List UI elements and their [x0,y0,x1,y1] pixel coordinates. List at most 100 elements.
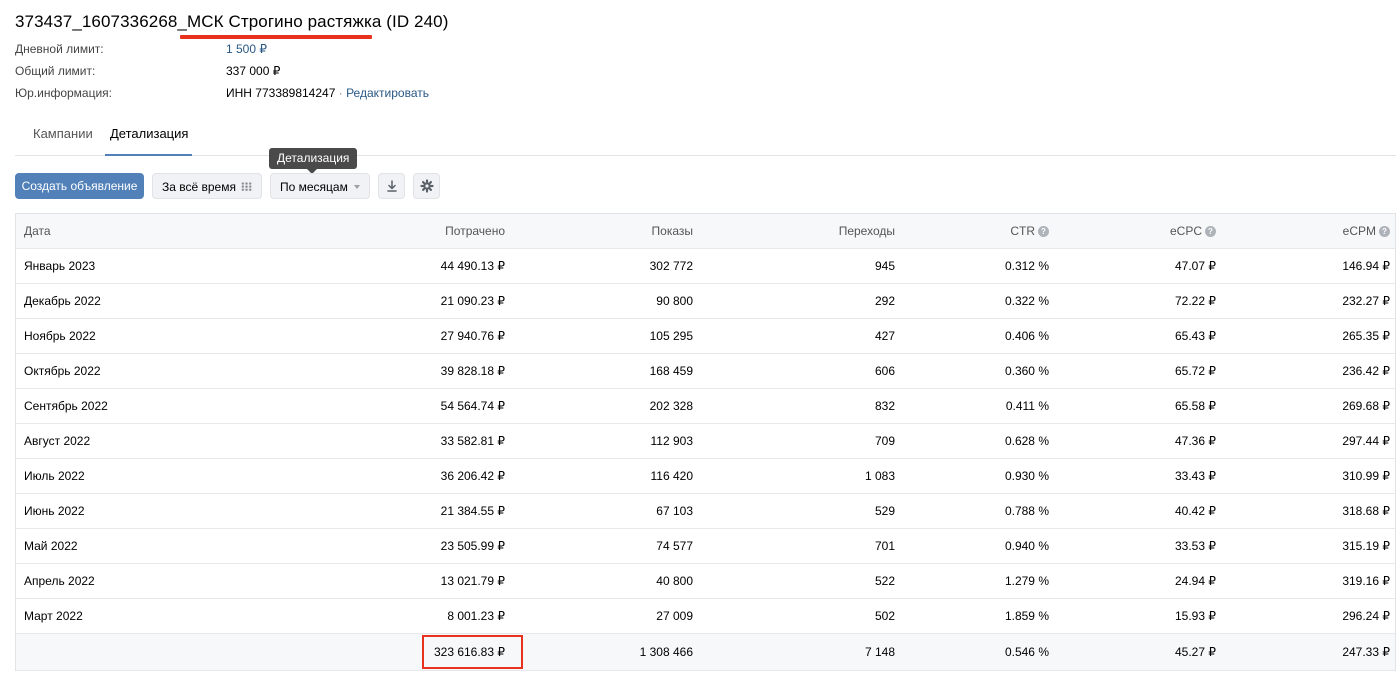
ecpc-cell: 72.22 ₽ [1175,294,1216,308]
total-ecpc-cell: 45.27 ₽ [1175,645,1216,659]
ecpc-cell: 33.53 ₽ [1175,539,1216,553]
spent-cell: 44 490.13 ₽ [440,259,505,273]
total-ctr-cell: 0.546 % [1004,645,1049,659]
spent-cell: 36 206.42 ₽ [440,469,505,483]
ecpc-cell: 15.93 ₽ [1175,609,1216,623]
ecpm-cell: 297.44 ₽ [1342,434,1390,448]
daily-limit-label: Дневной лимит: [15,42,104,56]
calendar-grid-icon [241,182,252,191]
help-icon[interactable]: ? [1038,226,1049,237]
table-row: Май 2022 23 505.99 ₽ 74 577 701 0.940 % 33.53… [16,529,1395,564]
impressions-cell: 27 009 [656,609,693,623]
ecpm-cell: 296.24 ₽ [1342,609,1390,623]
spent-cell: 33 582.81 ₽ [440,434,505,448]
daily-limit-value[interactable]: 1 500 ₽ [226,42,267,56]
ecpc-cell: 47.36 ₽ [1175,434,1216,448]
tab-details[interactable]: Детализация [105,114,192,156]
clicks-cell: 1 083 [864,469,895,483]
ctr-cell: 0.312 % [1004,259,1049,273]
impressions-cell: 40 800 [656,574,693,588]
clicks-cell: 502 [874,609,895,623]
help-icon[interactable]: ? [1379,226,1390,237]
table-total-row: 323 616.83 ₽ 1 308 466 7 148 0.546 % 45.… [16,634,1395,671]
ecpc-cell: 33.43 ₽ [1175,469,1216,483]
total-spent-cell: 323 616.83 ₽ [433,645,505,659]
column-header-ecpc[interactable]: eCPC? [1170,214,1216,249]
ctr-cell: 0.360 % [1004,364,1049,378]
clicks-cell: 945 [874,259,895,273]
date-cell: Март 2022 [24,609,83,623]
ecpm-cell: 236.42 ₽ [1342,364,1390,378]
column-header-ecpm-label: eCPM [1342,224,1376,238]
tab-campaigns[interactable]: Кампании [28,114,98,156]
ecpc-cell: 24.94 ₽ [1175,574,1216,588]
legal-info-value: ИНН 773389814247 [226,86,336,100]
ecpc-cell: 65.58 ₽ [1175,399,1216,413]
ecpm-cell: 232.27 ₽ [1342,294,1390,308]
download-button[interactable] [378,173,405,199]
table-row: Сентябрь 2022 54 564.74 ₽ 202 328 832 0.411 … [16,389,1395,424]
clicks-cell: 709 [874,434,895,448]
spent-cell: 54 564.74 ₽ [440,399,505,413]
total-ecpm-cell: 247.33 ₽ [1342,645,1390,659]
ctr-cell: 0.628 % [1004,434,1049,448]
spent-cell: 8 001.23 ₽ [447,609,505,623]
date-cell: Ноябрь 2022 [24,329,96,343]
period-select-label: За всё время [162,180,236,194]
tabs-bar: Кампании Детализация [15,114,1396,156]
ecpc-cell: 65.43 ₽ [1175,329,1216,343]
column-header-spent[interactable]: Потрачено [445,214,505,249]
column-header-clicks[interactable]: Переходы [839,214,895,249]
details-tooltip: Детализация [269,148,358,174]
chevron-down-icon [354,185,360,189]
table-row: Декабрь 2022 21 090.23 ₽ 90 800 292 0.322 % 7… [16,284,1395,319]
spent-cell: 39 828.18 ₽ [440,364,505,378]
impressions-cell: 105 295 [649,329,693,343]
column-header-impressions[interactable]: Показы [652,214,693,249]
create-ad-button[interactable]: Создать объявление [15,173,144,199]
ctr-cell: 1.859 % [1004,609,1049,623]
table-row: Октябрь 2022 39 828.18 ₽ 168 459 606 0.360 %… [16,354,1395,389]
spent-cell: 13 021.79 ₽ [440,574,505,588]
clicks-cell: 522 [874,574,895,588]
ctr-cell: 1.279 % [1004,574,1049,588]
total-limit-value: 337 000 ₽ [226,64,281,78]
column-header-date[interactable]: Дата [24,214,51,249]
ctr-cell: 0.930 % [1004,469,1049,483]
gear-icon [420,179,434,193]
total-impressions-cell: 1 308 466 [639,645,693,659]
ecpm-cell: 319.16 ₽ [1342,574,1390,588]
spent-cell: 21 384.55 ₽ [440,504,505,518]
ctr-cell: 0.406 % [1004,329,1049,343]
period-select-button[interactable]: За всё время [152,173,262,199]
table-row: Март 2022 8 001.23 ₽ 27 009 502 1.859 % 15.93… [16,599,1395,634]
grouping-select-label: По месяцам [280,180,348,194]
table-row: Август 2022 33 582.81 ₽ 112 903 709 0.628 % 4… [16,424,1395,459]
impressions-cell: 90 800 [656,294,693,308]
campaign-title: 373437_1607336268_МСК Строгино растяжка … [15,12,449,31]
ecpc-cell: 65.72 ₽ [1175,364,1216,378]
ctr-cell: 0.940 % [1004,539,1049,553]
spent-cell: 27 940.76 ₽ [440,329,505,343]
ctr-cell: 0.788 % [1004,504,1049,518]
legal-info-label: Юр.информация: [15,86,113,100]
edit-legal-info-link[interactable]: Редактировать [346,86,429,100]
clicks-cell: 701 [874,539,895,553]
spent-cell: 21 090.23 ₽ [440,294,505,308]
impressions-cell: 74 577 [656,539,693,553]
table-row: Июнь 2022 21 384.55 ₽ 67 103 529 0.788 % 40.4… [16,494,1395,529]
ecpc-cell: 47.07 ₽ [1175,259,1216,273]
impressions-cell: 202 328 [649,399,693,413]
date-cell: Май 2022 [24,539,78,553]
grouping-select[interactable]: По месяцам [270,173,370,199]
column-header-ctr[interactable]: CTR? [1010,214,1049,249]
impressions-cell: 116 420 [650,469,694,483]
impressions-cell: 302 772 [649,259,693,273]
impressions-cell: 67 103 [656,504,693,518]
column-header-ecpm[interactable]: eCPM? [1343,214,1390,249]
legal-info-separator: · [338,86,343,100]
table-row: Апрель 2022 13 021.79 ₽ 40 800 522 1.279 % 24… [16,564,1395,599]
help-icon[interactable]: ? [1205,226,1216,237]
settings-button[interactable] [413,173,440,199]
stats-table: Дата Потрачено Показы Переходы CTR? eCPC… [15,213,1396,671]
